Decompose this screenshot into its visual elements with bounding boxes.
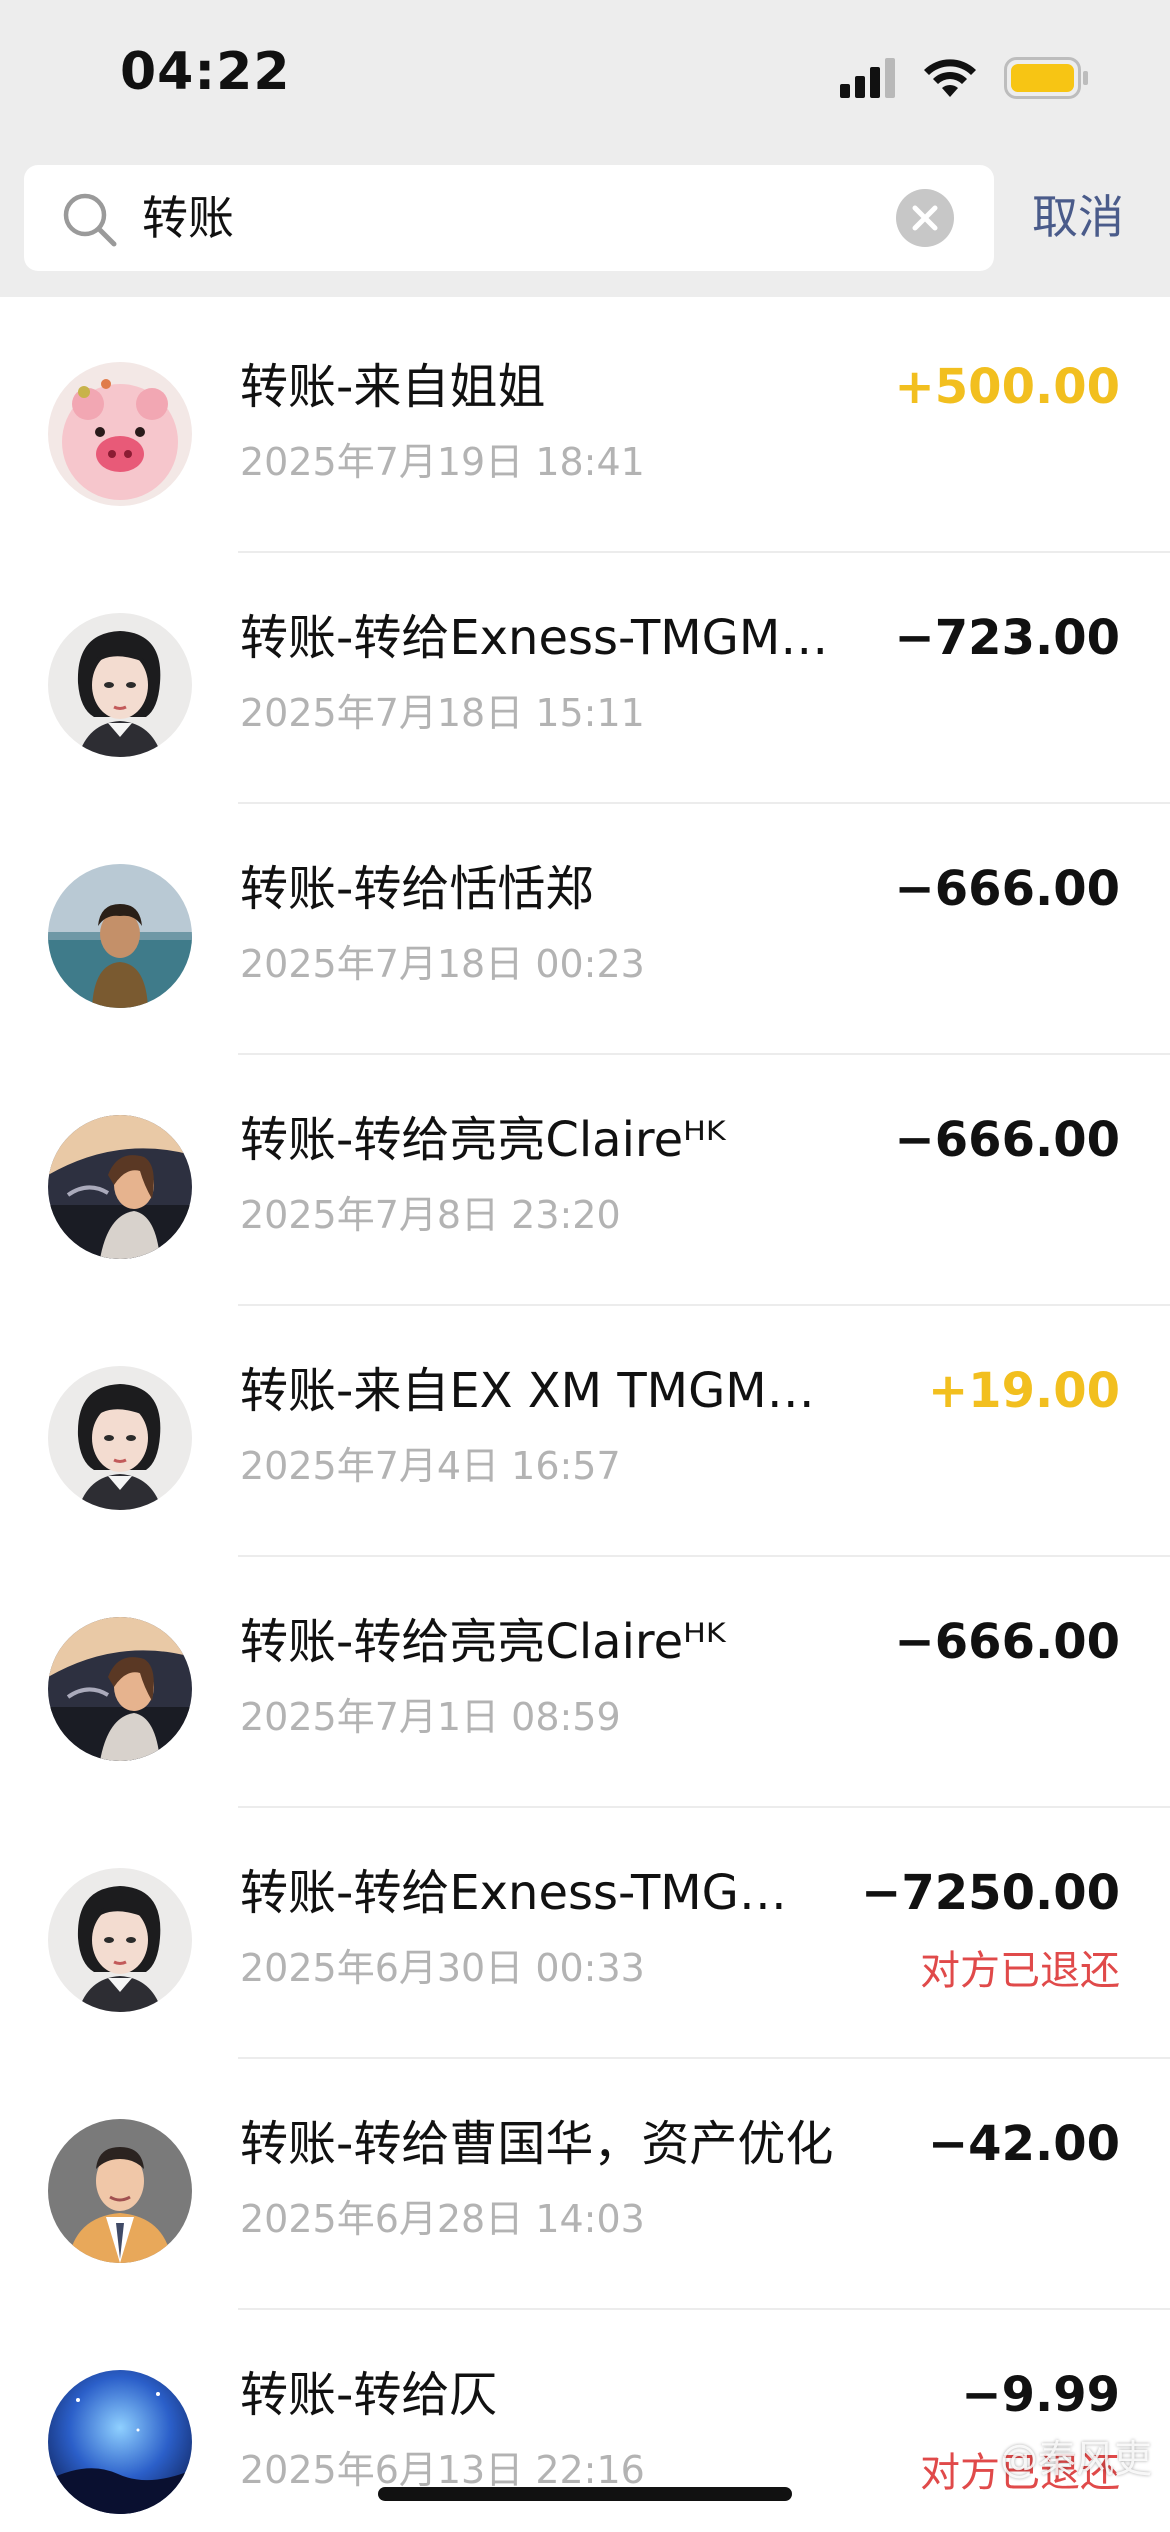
transaction-row[interactable]: 转账-转给曹国华，资产优化 2025年6月28日 14:03 −42.00 — [0, 2059, 1170, 2310]
transaction-title: 转账-来自EX XM TMGM… — [240, 1363, 815, 1419]
transaction-title: 转账-来自姐姐 — [240, 359, 546, 415]
avatar — [48, 362, 192, 506]
transaction-amount: −42.00 — [927, 2116, 1120, 2172]
transaction-row[interactable]: 转账-转给Exness-TMG… 2025年6月30日 00:33 −7250.00… — [0, 1808, 1170, 2059]
transaction-row[interactable]: 转账-转给亮亮Claireᴴᴷ 2025年7月1日 08:59 −666.00 — [0, 1557, 1170, 1808]
transaction-date: 2025年7月8日 23:20 — [240, 1193, 621, 1237]
watermark: @秦风吏 — [999, 2437, 1152, 2481]
transaction-title: 转账-转给亮亮Claireᴴᴷ — [240, 1112, 726, 1168]
transaction-row[interactable]: 转账-来自EX XM TMGM… 2025年7月4日 16:57 +19.00 — [0, 1306, 1170, 1557]
transaction-amount: −723.00 — [894, 610, 1120, 666]
transaction-amount: −666.00 — [894, 861, 1120, 917]
transaction-title: 转账-转给Exness-TMG… — [240, 1865, 787, 1921]
avatar — [48, 864, 192, 1008]
transaction-date: 2025年7月19日 18:41 — [240, 440, 645, 484]
search-bar[interactable]: 转账 — [24, 165, 994, 271]
wifi-icon — [924, 59, 976, 97]
transaction-row[interactable]: 转账-转给恬恬郑 2025年7月18日 00:23 −666.00 — [0, 804, 1170, 1055]
transaction-row[interactable]: 转账-来自姐姐 2025年7月19日 18:41 +500.00 — [0, 302, 1170, 553]
transaction-title: 转账-转给曹国华，资产优化 — [240, 2116, 834, 2172]
transaction-list: 转账-来自姐姐 2025年7月19日 18:41 +500.00 转账-转给Exnes… — [0, 302, 1170, 2532]
transaction-title: 转账-转给亮亮Claireᴴᴷ — [240, 1614, 726, 1670]
cellular-signal-icon — [840, 58, 895, 98]
transaction-date: 2025年6月30日 00:33 — [240, 1946, 645, 1990]
transaction-amount: −666.00 — [894, 1112, 1120, 1168]
transaction-amount: −666.00 — [894, 1614, 1120, 1670]
clear-icon[interactable] — [896, 189, 954, 247]
battery-icon — [1004, 57, 1088, 99]
avatar — [48, 1366, 192, 1510]
avatar — [48, 1868, 192, 2012]
transaction-date: 2025年7月1日 08:59 — [240, 1695, 621, 1739]
refund-status: 对方已退还 — [920, 1948, 1120, 1994]
avatar — [48, 2119, 192, 2263]
transaction-amount: +19.00 — [927, 1363, 1120, 1419]
top-bar: 04:22 转账 取消 — [0, 0, 1170, 297]
avatar — [48, 1115, 192, 1259]
status-icons — [840, 56, 1090, 100]
search-input[interactable]: 转账 — [142, 187, 234, 249]
transaction-amount: −9.99 — [961, 2367, 1120, 2423]
avatar — [48, 1617, 192, 1761]
transaction-title: 转账-转给Exness-TMGM… — [240, 610, 829, 666]
transaction-date: 2025年7月4日 16:57 — [240, 1444, 621, 1488]
avatar — [48, 2370, 192, 2514]
home-indicator — [378, 2487, 792, 2501]
status-time: 04:22 — [120, 42, 291, 102]
transaction-title: 转账-转给仄 — [240, 2367, 498, 2423]
avatar — [48, 613, 192, 757]
transaction-date: 2025年6月28日 14:03 — [240, 2197, 645, 2241]
transaction-date: 2025年7月18日 15:11 — [240, 691, 645, 735]
transaction-date: 2025年7月18日 00:23 — [240, 942, 645, 986]
search-icon — [63, 193, 117, 247]
transaction-amount: +500.00 — [894, 359, 1120, 415]
transaction-row[interactable]: 转账-转给Exness-TMGM… 2025年7月18日 15:11 −723.00 — [0, 553, 1170, 804]
cancel-button[interactable]: 取消 — [1032, 186, 1124, 248]
transaction-title: 转账-转给恬恬郑 — [240, 861, 594, 917]
screen: 04:22 转账 取消 转账-来自姐姐 2025年7月19日 18:41 +50… — [0, 0, 1170, 2532]
transaction-amount: −7250.00 — [861, 1865, 1120, 1921]
transaction-row[interactable]: 转账-转给亮亮Claireᴴᴷ 2025年7月8日 23:20 −666.00 — [0, 1055, 1170, 1306]
